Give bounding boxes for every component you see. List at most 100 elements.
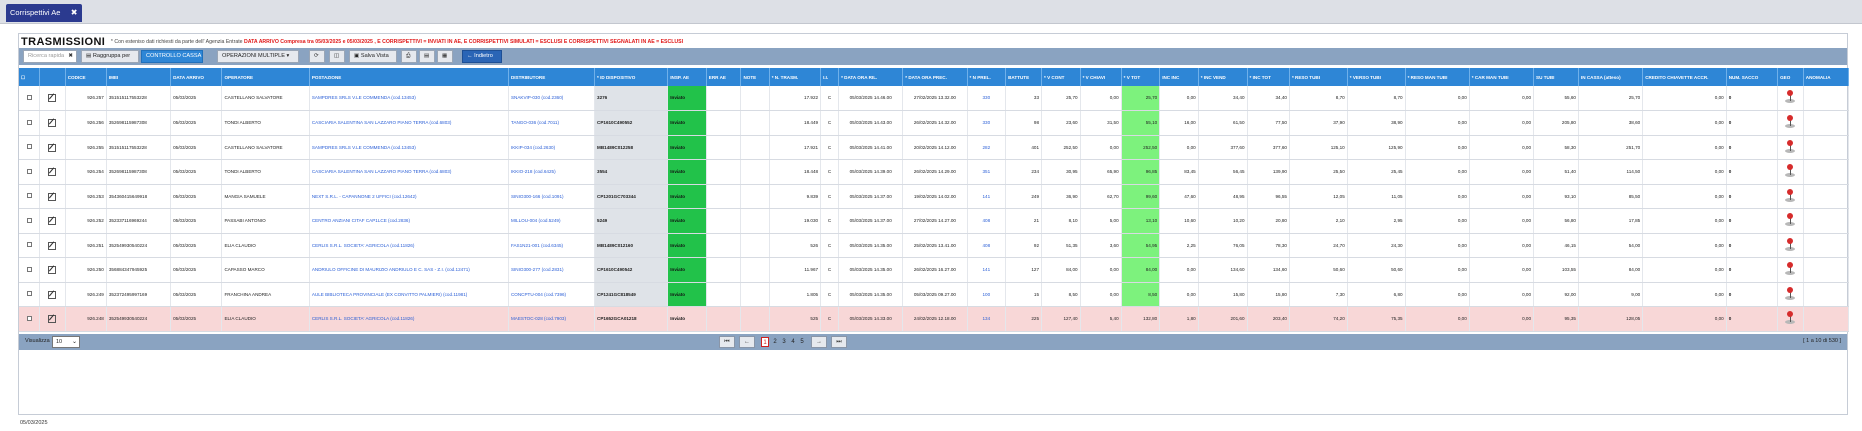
- column-header[interactable]: BATTUTE: [1005, 68, 1043, 86]
- cell-distributore[interactable]: IKKIP-034 (cod.2630): [508, 135, 596, 160]
- row-checkbox[interactable]: [26, 315, 32, 321]
- column-header[interactable]: * V TOT: [1121, 68, 1161, 86]
- cell-postazione[interactable]: NEXT S.R.L. - CAPANNONE 2 UFFICI (cod.12…: [309, 184, 509, 209]
- table-row[interactable]: 926.253 354360415649918 05/03/2025 MANGIA S…: [19, 184, 1850, 209]
- column-header[interactable]: POSTAZIONE: [309, 68, 509, 86]
- cell-postazione[interactable]: CERLIS S.R.L. SOCIETA' AGRICOLA (cod.118…: [309, 306, 509, 332]
- close-icon[interactable]: ✖: [71, 4, 78, 22]
- edit-icon[interactable]: [48, 93, 57, 103]
- row-checkbox[interactable]: [26, 242, 32, 248]
- column-header[interactable]: * DATA ORA RIL.: [838, 68, 904, 86]
- table-row[interactable]: 926.252 352337116969244 05/03/2025 PASSABI …: [19, 208, 1850, 234]
- cell-postazione[interactable]: AULE BIBLIOTECA PROVINCIALE (EX CONVITTO…: [309, 282, 509, 307]
- column-header[interactable]: DISTRIBUTORE: [508, 68, 596, 86]
- cell-nprel[interactable]: 330: [967, 86, 1007, 111]
- row-checkbox[interactable]: [26, 119, 32, 125]
- column-header[interactable]: * INC VEND: [1198, 68, 1248, 86]
- multi-operations-dropdown[interactable]: OPERAZIONI MULTIPLE ▾: [217, 50, 299, 63]
- back-button[interactable]: ← Indietro: [462, 50, 502, 63]
- column-header[interactable]: * DATA ORA PREC.: [902, 68, 968, 86]
- map-pin-icon[interactable]: [1784, 139, 1796, 154]
- table-row[interactable]: 926.251 352549930540224 05/03/2025 ELIA CLA…: [19, 233, 1850, 258]
- table-row[interactable]: 926.250 356884347945925 05/03/2025 CAPASSO …: [19, 257, 1850, 283]
- prev-page-button[interactable]: ←: [739, 336, 755, 348]
- column-header[interactable]: * RESO TUBI: [1289, 68, 1348, 86]
- search-input[interactable]: Ricerca rapida ✖: [23, 50, 77, 63]
- cell-nprel[interactable]: 351: [967, 159, 1007, 185]
- column-header[interactable]: * N. TRASM.: [769, 68, 822, 86]
- cell-nprel[interactable]: 141: [967, 184, 1007, 209]
- cell-nprel[interactable]: 282: [967, 135, 1007, 160]
- cell-distributore[interactable]: MAESTOC-028 (cod.7903): [508, 306, 596, 332]
- column-header[interactable]: INSP. AE: [667, 68, 707, 86]
- cell-postazione[interactable]: CENTRO ANZIANI CITAF CAP1LCE (cod.2836): [309, 208, 509, 234]
- column-header[interactable]: ERR AE: [706, 68, 742, 86]
- cell-nprel[interactable]: 330: [967, 110, 1007, 136]
- map-pin-icon[interactable]: [1784, 90, 1796, 104]
- cell-distributore[interactable]: SINIO300-166 (cod.1091): [508, 184, 596, 209]
- cell-distributore[interactable]: SINIO300-277 (cod.2831): [508, 257, 596, 283]
- edit-icon[interactable]: [48, 143, 57, 152]
- cell-nprel[interactable]: 100: [967, 282, 1007, 307]
- column-header[interactable]: ANOMALIA: [1803, 68, 1850, 86]
- table-row[interactable]: 926.255 351515117553228 05/03/2025 CASTELLA…: [19, 135, 1850, 160]
- row-checkbox[interactable]: [26, 291, 32, 297]
- page-2-button[interactable]: 2: [771, 337, 779, 347]
- cell-distributore[interactable]: CONCPTU-004 (cod.7396): [508, 282, 596, 307]
- table-row[interactable]: 926.254 352698115987308 05/03/2025 TONDI AL…: [19, 159, 1850, 185]
- column-header[interactable]: * RESO MAN TUBI: [1405, 68, 1470, 86]
- cell-nprel[interactable]: 408: [967, 233, 1007, 258]
- row-checkbox[interactable]: [26, 193, 32, 199]
- cell-nprel[interactable]: 141: [967, 257, 1007, 283]
- column-header[interactable]: ☐: [19, 68, 41, 86]
- cell-distributore[interactable]: FAS1N21-001 (cod.6345): [508, 233, 596, 258]
- row-checkbox[interactable]: [26, 217, 32, 223]
- edit-icon[interactable]: [48, 265, 57, 275]
- map-pin-icon[interactable]: [1784, 213, 1796, 227]
- column-header[interactable]: IMEI: [106, 68, 172, 86]
- table-row[interactable]: 926.248 352549930540224 05/03/2025 ELIA CLA…: [19, 306, 1850, 332]
- print-icon[interactable]: ⎙: [401, 50, 417, 63]
- row-checkbox[interactable]: [26, 94, 32, 100]
- column-header[interactable]: INC INC: [1159, 68, 1199, 86]
- map-pin-icon[interactable]: [1784, 286, 1796, 301]
- cell-postazione[interactable]: CASCIARIA SALENTINA SAN LAZZARO PIANO TE…: [309, 110, 509, 136]
- column-header[interactable]: SU TUBI: [1533, 68, 1579, 86]
- column-header[interactable]: I.I.: [820, 68, 840, 86]
- column-header[interactable]: IN CASSA (atteso): [1578, 68, 1644, 86]
- last-page-button[interactable]: ⏭: [831, 336, 847, 348]
- column-header[interactable]: * N PREL.: [967, 68, 1007, 86]
- edit-icon[interactable]: [48, 216, 57, 226]
- column-header[interactable]: OPERATORE: [221, 68, 310, 86]
- excel-icon[interactable]: ▦: [437, 50, 453, 63]
- row-checkbox[interactable]: [26, 144, 32, 150]
- column-header[interactable]: [39, 68, 66, 86]
- column-header[interactable]: NUM. SACCO: [1726, 68, 1779, 86]
- cell-distributore[interactable]: SNAKVIP-030 (cod.2360): [508, 86, 596, 111]
- cell-distributore[interactable]: IKKIO-218 (cod.6425): [508, 159, 596, 185]
- first-page-button[interactable]: ⏮: [719, 336, 735, 348]
- pdf-icon[interactable]: ▤: [419, 50, 435, 63]
- edit-icon[interactable]: [48, 290, 57, 299]
- tab-corrispettivi[interactable]: Corrispettivi Ae ✖: [6, 4, 83, 22]
- table-row[interactable]: 926.249 352372495997169 05/03/2025 FRANCHIN…: [19, 282, 1850, 307]
- map-pin-icon[interactable]: [1784, 188, 1796, 203]
- edit-icon[interactable]: [48, 314, 57, 324]
- refresh-icon[interactable]: ⟳: [309, 50, 325, 63]
- edit-icon[interactable]: [48, 167, 57, 177]
- clear-search-icon[interactable]: ✖: [68, 51, 73, 62]
- column-header[interactable]: GEO: [1777, 68, 1804, 86]
- edit-icon[interactable]: [48, 241, 57, 250]
- cell-distributore[interactable]: TANGO-036 (cod.7011): [508, 110, 596, 136]
- cash-control-button[interactable]: CONTROLLO CASSA: [141, 50, 203, 63]
- next-page-button[interactable]: →: [811, 336, 827, 348]
- cell-postazione[interactable]: ANDRIULO OFFICINE DI MAURIZIO ANDRIULO E…: [309, 257, 509, 283]
- page-1-button[interactable]: 1: [761, 337, 769, 347]
- cell-nprel[interactable]: 408: [967, 208, 1007, 234]
- map-pin-icon[interactable]: [1784, 311, 1796, 325]
- column-header[interactable]: * V CONT: [1041, 68, 1081, 86]
- cell-postazione[interactable]: SAMPDRES SRLS V.LE COMMENDA (cod.13453): [309, 135, 509, 160]
- page-5-button[interactable]: 5: [798, 337, 806, 347]
- column-header[interactable]: CREDITO CHIAVETTE ACCR.: [1642, 68, 1727, 86]
- map-pin-icon[interactable]: [1784, 262, 1796, 276]
